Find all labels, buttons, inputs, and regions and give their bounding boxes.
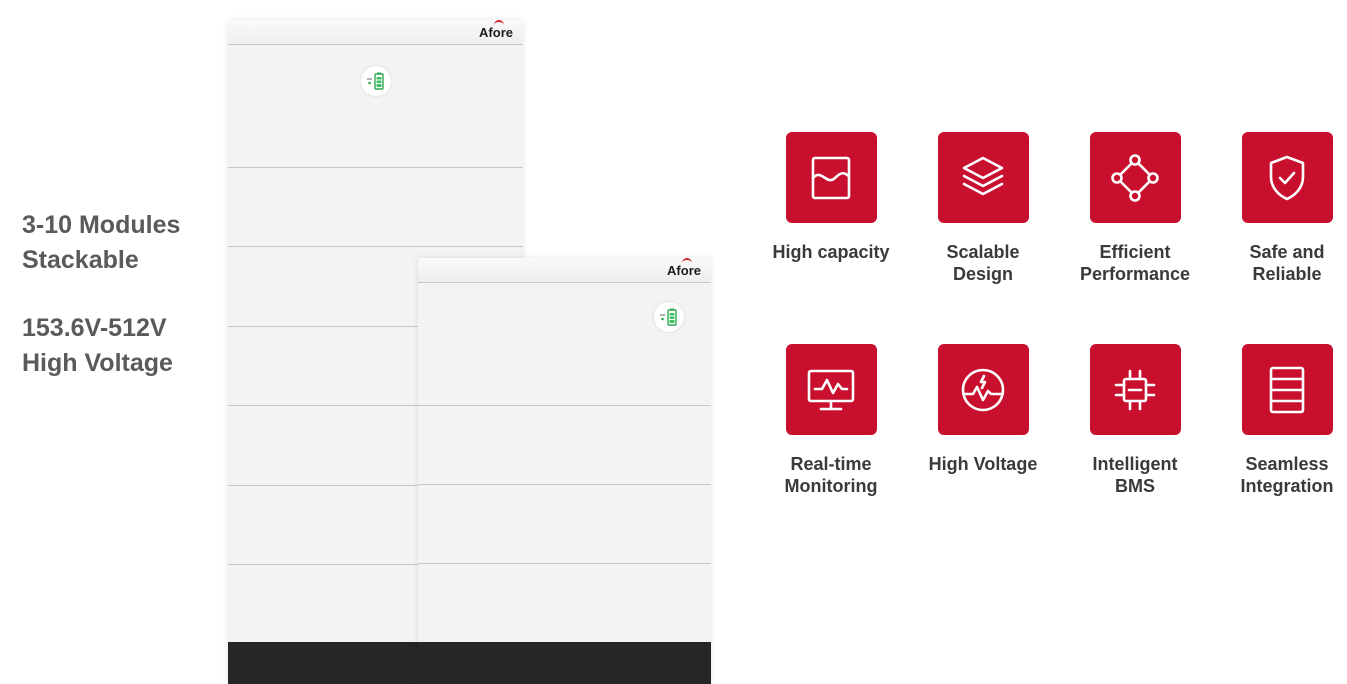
feature-label: Efficient Performance bbox=[1079, 242, 1191, 284]
feature-seamless-integration: Seamless Integration bbox=[1217, 344, 1347, 497]
layers-icon bbox=[937, 132, 1029, 223]
feature-label: High capacity bbox=[772, 242, 890, 262]
feature-label: Intelligent BMS bbox=[1092, 454, 1178, 496]
battery-top-cap: Afore bbox=[418, 258, 711, 283]
feature-high-capacity: High capacity bbox=[761, 132, 901, 263]
feature-label: High Voltage bbox=[928, 454, 1038, 474]
battery-top-cap: Afore bbox=[228, 20, 523, 45]
nodes-icon bbox=[1089, 132, 1181, 223]
brand-logo: Afore bbox=[479, 20, 513, 40]
battery-indicator-icon bbox=[654, 302, 684, 332]
voltage-icon bbox=[937, 344, 1029, 435]
spec-text: 3-10 Modules Stackable 153.6V-512V High … bbox=[22, 208, 222, 381]
feature-real-time-monitoring: Real-time Monitoring bbox=[761, 344, 901, 497]
modules-text: 3-10 Modules bbox=[22, 211, 181, 239]
feature-label: Seamless Integration bbox=[1240, 454, 1334, 496]
feature-intelligent-bms: Intelligent BMS bbox=[1065, 344, 1205, 497]
capacity-icon bbox=[785, 132, 877, 223]
feature-label: Real-time Monitoring bbox=[784, 454, 878, 496]
feature-safe-reliable: Safe and Reliable bbox=[1217, 132, 1347, 285]
feature-scalable-design: Scalable Design bbox=[913, 132, 1053, 285]
brand-logo: Afore bbox=[667, 258, 701, 278]
feature-high-voltage: High Voltage bbox=[913, 344, 1053, 475]
voltage-range-text: 153.6V-512V bbox=[22, 314, 167, 342]
high-voltage-text: High Voltage bbox=[22, 349, 173, 377]
stackable-text: Stackable bbox=[22, 246, 139, 274]
short-battery-image: Afore bbox=[418, 258, 711, 684]
battery-indicator-icon bbox=[361, 66, 391, 96]
battery-base bbox=[418, 642, 711, 684]
shield-check-icon bbox=[1241, 132, 1333, 223]
feature-label: Safe and Reliable bbox=[1249, 242, 1325, 284]
feature-efficient-performance: Efficient Performance bbox=[1065, 132, 1205, 285]
stack-icon bbox=[1241, 344, 1333, 435]
feature-label: Scalable Design bbox=[946, 242, 1020, 284]
chip-icon bbox=[1089, 344, 1181, 435]
monitor-icon bbox=[785, 344, 877, 435]
